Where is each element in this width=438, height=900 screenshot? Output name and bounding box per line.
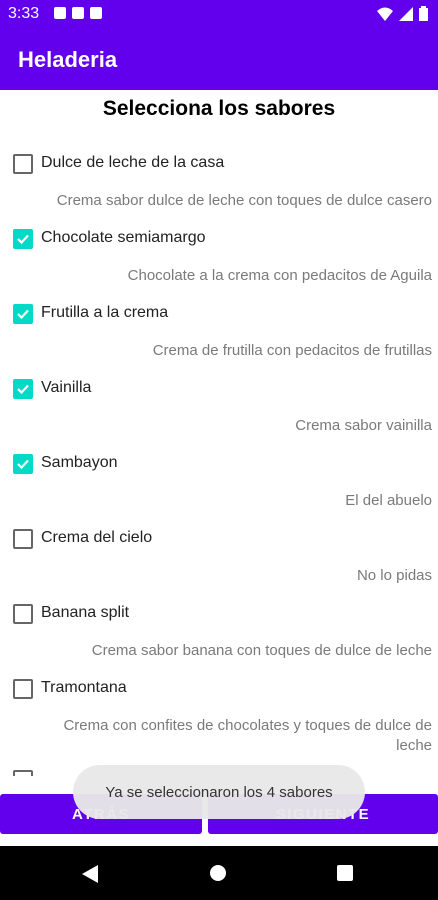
status-bar: 3:33: [0, 0, 438, 28]
app-bar: Heladeria: [0, 28, 438, 90]
nav-recents-icon[interactable]: [337, 865, 353, 881]
flavor-name[interactable]: Sambayon: [41, 454, 118, 472]
system-icons: [377, 6, 428, 21]
flavor-checkbox[interactable]: [13, 679, 33, 699]
flavor-name[interactable]: Chocolate semiamargo: [41, 229, 206, 247]
flavor-description: Crema sabor banana con toques de dulce d…: [91, 642, 432, 659]
notification-icon: [54, 7, 66, 19]
flavor-description: Crema con confites de chocolates y toque…: [63, 717, 432, 754]
flavor-description: No lo pidas: [356, 567, 432, 584]
navigation-bar: [0, 846, 438, 900]
notification-icon: [90, 7, 102, 19]
flavor-description: Crema de frutilla con pedacitos de fruti…: [152, 342, 432, 359]
flavor-name[interactable]: Tramontana: [41, 679, 127, 697]
wifi-icon: [377, 7, 393, 21]
flavor-description: El del abuelo: [345, 492, 432, 509]
flavor-name[interactable]: Banana split: [41, 604, 129, 622]
nav-home-icon[interactable]: [210, 865, 226, 881]
check-icon: [17, 384, 29, 395]
app-title: Heladeria: [18, 47, 118, 72]
flavor-list[interactable]: Dulce de leche de la casa Crema sabor du…: [0, 140, 438, 776]
flavor-name[interactable]: Crema del cielo: [41, 529, 152, 547]
check-icon: [17, 309, 29, 320]
flavor-checkbox[interactable]: [13, 229, 33, 249]
flavor-description: Crema sabor dulce de leche con toques de…: [56, 192, 432, 209]
battery-icon: [419, 6, 428, 21]
flavor-checkbox[interactable]: [13, 604, 33, 624]
notification-icon: [72, 7, 84, 19]
flavor-description: Crema sabor vainilla: [295, 417, 432, 434]
flavor-name[interactable]: Vainilla: [41, 379, 91, 397]
flavor-checkbox[interactable]: [13, 529, 33, 549]
toast-message: Ya se seleccionaron los 4 sabores: [73, 765, 365, 819]
notification-icons: [54, 7, 102, 19]
page-title: Selecciona los sabores: [102, 97, 336, 120]
check-icon: [17, 459, 29, 470]
status-time: 3:33: [8, 5, 40, 22]
flavor-name[interactable]: Dulce de leche de la casa: [41, 154, 224, 172]
signal-icon: [399, 6, 413, 21]
flavor-checkbox[interactable]: [13, 454, 33, 474]
flavor-name[interactable]: Frutilla a la crema: [41, 304, 168, 322]
flavor-description: Chocolate a la crema con pedacitos de Ag…: [127, 267, 432, 284]
flavor-checkbox[interactable]: [13, 770, 33, 776]
flavor-checkbox[interactable]: [13, 154, 33, 174]
flavor-checkbox[interactable]: [13, 304, 33, 324]
flavor-checkbox[interactable]: [13, 379, 33, 399]
nav-back-icon[interactable]: [82, 865, 98, 883]
check-icon: [17, 234, 29, 245]
